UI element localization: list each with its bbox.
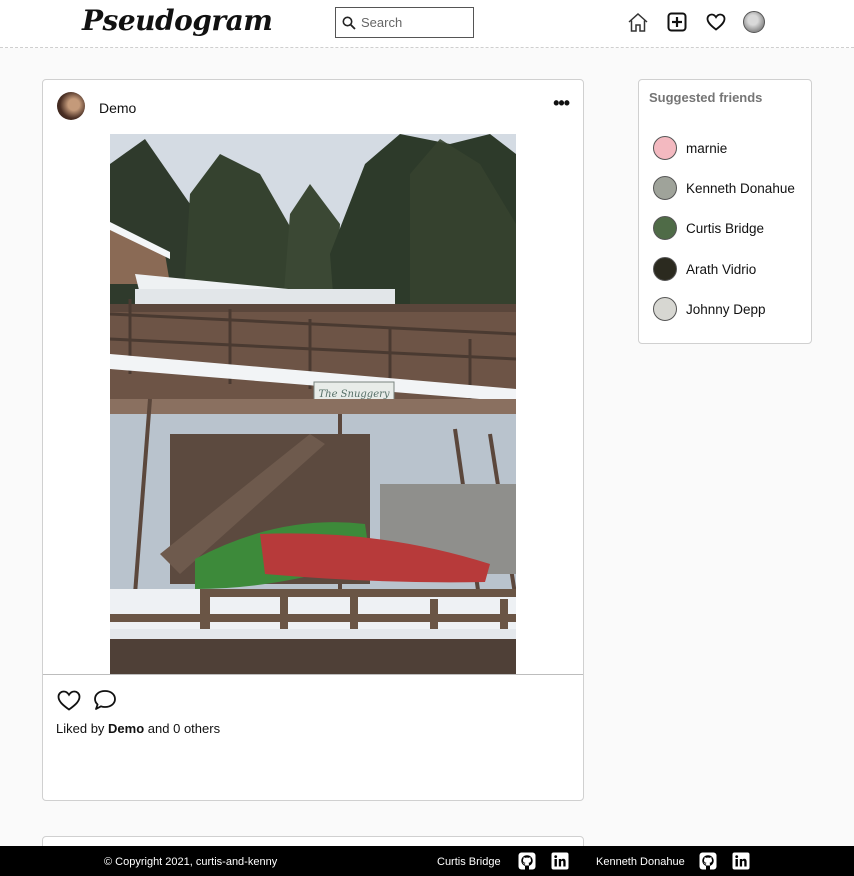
friend-item[interactable]: marnie — [653, 136, 727, 160]
post-actions — [56, 688, 128, 712]
post-author-name[interactable]: Demo — [99, 100, 136, 116]
home-icon[interactable] — [626, 10, 650, 34]
friend-item[interactable]: Curtis Bridge — [653, 216, 764, 240]
suggested-friends-panel: Suggested friends marnie Kenneth Donahue… — [638, 79, 812, 344]
friend-avatar — [653, 136, 677, 160]
friend-avatar — [653, 297, 677, 321]
friend-name: Curtis Bridge — [686, 220, 765, 236]
like-heart-icon[interactable] — [56, 688, 82, 712]
chalet-sign: The Snuggery — [318, 389, 389, 400]
github-icon[interactable] — [698, 851, 718, 871]
footer: © Copyright 2021, curtis-and-kenny Curti… — [0, 846, 854, 876]
app-logo[interactable]: Pseudogram — [82, 4, 273, 37]
post-card: Demo ••• The Snuggery Liked by Demo and … — [42, 79, 584, 801]
likes-prefix: Liked by — [56, 721, 105, 736]
friend-name: Kenneth Donahue — [686, 180, 795, 196]
friend-avatar — [653, 216, 677, 240]
likes-user-link[interactable]: Demo — [108, 721, 144, 736]
author-name: Kenneth Donahue — [596, 856, 685, 868]
new-post-icon[interactable] — [665, 10, 689, 34]
search-box[interactable] — [335, 7, 474, 38]
friend-avatar — [653, 257, 677, 281]
friend-item[interactable]: Johnny Depp — [653, 297, 766, 321]
github-icon[interactable] — [517, 851, 537, 871]
friend-name: Johnny Depp — [686, 301, 766, 317]
search-input[interactable] — [359, 15, 469, 30]
linkedin-icon[interactable] — [731, 851, 751, 871]
heart-icon[interactable] — [704, 10, 728, 34]
copyright-text: © Copyright 2021, curtis-and-kenny — [104, 856, 278, 868]
post-header: Demo ••• — [43, 80, 583, 134]
likes-summary: Liked by Demo and 0 others — [56, 721, 220, 736]
likes-suffix: and 0 others — [147, 721, 221, 736]
friend-item[interactable]: Arath Vidrio — [653, 257, 756, 281]
more-options-icon[interactable]: ••• — [553, 94, 570, 112]
comment-icon[interactable] — [92, 688, 118, 712]
author-name: Curtis Bridge — [437, 856, 501, 868]
friend-item[interactable]: Kenneth Donahue — [653, 176, 795, 200]
nav-icons — [626, 10, 765, 34]
friend-avatar — [653, 176, 677, 200]
friend-name: marnie — [686, 140, 728, 156]
post-divider — [43, 674, 583, 675]
friend-name: Arath Vidrio — [686, 261, 757, 277]
post-author-avatar[interactable] — [57, 92, 85, 120]
linkedin-icon[interactable] — [550, 851, 570, 871]
profile-avatar[interactable] — [743, 11, 765, 33]
post-image[interactable]: The Snuggery — [110, 134, 516, 674]
suggested-friends-title: Suggested friends — [649, 90, 763, 105]
top-nav-bar: Pseudogram — [0, 0, 854, 48]
search-icon — [339, 13, 359, 33]
